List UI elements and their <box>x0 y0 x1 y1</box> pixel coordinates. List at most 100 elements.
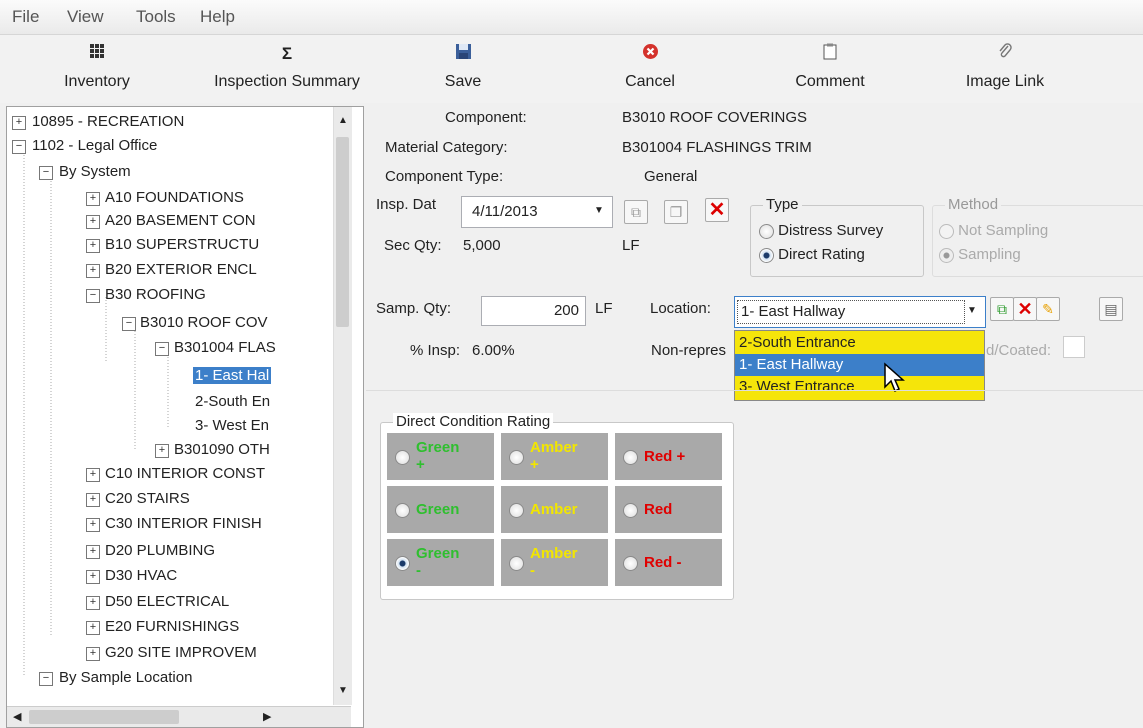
rating-green-plus[interactable]: Green + <box>386 432 495 481</box>
dropdown-arrow-icon[interactable]: ▼ <box>594 205 604 216</box>
tree-item[interactable]: 2-South En <box>195 391 270 413</box>
radio-icon[interactable] <box>509 450 524 465</box>
collapse-icon[interactable]: − <box>39 672 53 686</box>
direct-rating-option[interactable]: Direct Rating <box>759 246 865 263</box>
insp-date-picker[interactable]: 4/11/2013 ▼ <box>461 196 613 228</box>
radio-icon[interactable] <box>623 450 638 465</box>
tree-item[interactable]: − By Sample Location <box>39 667 192 689</box>
tree-item[interactable]: − By System <box>39 161 131 183</box>
scroll-left-icon[interactable]: ◀ <box>13 710 21 723</box>
delete-inspection-icon[interactable]: ✕ <box>705 198 729 222</box>
radio-icon[interactable] <box>623 556 638 571</box>
expand-icon[interactable]: + <box>86 468 100 482</box>
distress-survey-option[interactable]: Distress Survey <box>759 222 883 239</box>
tree-item[interactable]: + A10 FOUNDATIONS <box>86 187 244 209</box>
radio-icon[interactable] <box>395 503 410 518</box>
radio-icon[interactable] <box>509 556 524 571</box>
expand-icon[interactable]: + <box>86 545 100 559</box>
tree-item[interactable]: + D50 ELECTRICAL <box>86 591 229 613</box>
collapse-icon[interactable]: − <box>155 342 169 356</box>
tree-item[interactable]: + D20 PLUMBING <box>86 540 215 562</box>
expand-icon[interactable]: + <box>12 116 26 130</box>
collapse-icon[interactable]: − <box>12 140 26 154</box>
menu-tools[interactable]: Tools <box>136 7 176 27</box>
tree-item[interactable]: + B20 EXTERIOR ENCL <box>86 259 257 281</box>
radio-selected-icon[interactable] <box>395 556 410 571</box>
scroll-up-icon[interactable]: ▲ <box>338 115 348 126</box>
tree-vertical-scrollbar[interactable]: ▲ ▼ <box>333 107 352 705</box>
tree-item[interactable]: + D30 HVAC <box>86 565 177 587</box>
expand-icon[interactable]: + <box>86 518 100 532</box>
collapse-icon[interactable]: − <box>86 289 100 303</box>
expand-icon[interactable]: + <box>155 444 169 458</box>
inventory-tree[interactable]: +10895 - RECREATION −1102 - Legal Office… <box>6 106 364 728</box>
dropdown-arrow-icon[interactable]: ▼ <box>967 305 977 316</box>
tree-horizontal-scrollbar[interactable]: ◀ ▶ <box>7 706 351 727</box>
rating-red-minus[interactable]: Red - <box>614 538 723 587</box>
tree-item[interactable]: − B30 ROOFING <box>86 284 206 306</box>
tree-item[interactable]: + B10 SUPERSTRUCTU <box>86 234 259 256</box>
location-option[interactable]: 2-South Entrance <box>735 332 984 354</box>
scroll-thumb[interactable] <box>29 710 179 724</box>
inspection-summary-button[interactable]: Σ Inspection Summary <box>197 43 377 91</box>
radio-selected-icon[interactable] <box>759 247 774 263</box>
collapse-icon[interactable]: − <box>122 317 136 331</box>
location-select[interactable]: 1- East Hallway ▼ <box>734 296 986 328</box>
rating-red-plus[interactable]: Red + <box>614 432 723 481</box>
location-comment-icon[interactable]: ▤ <box>1099 297 1123 321</box>
tree-item[interactable]: + E20 FURNISHINGS <box>86 616 239 638</box>
tree-item[interactable]: + C20 STAIRS <box>86 488 190 510</box>
cancel-button[interactable]: Cancel <box>610 43 690 91</box>
expand-icon[interactable]: + <box>86 192 100 206</box>
rating-green-minus[interactable]: Green - <box>386 538 495 587</box>
save-button[interactable]: Save <box>428 43 498 91</box>
tree-item[interactable]: −1102 - Legal Office <box>12 135 157 157</box>
expand-icon[interactable]: + <box>86 239 100 253</box>
rating-amber-plus[interactable]: Amber + <box>500 432 609 481</box>
tree-item[interactable]: − B3010 ROOF COV <box>122 312 268 334</box>
tree-item[interactable]: + C10 INTERIOR CONST <box>86 463 265 485</box>
scroll-down-icon[interactable]: ▼ <box>338 685 348 696</box>
image-link-button[interactable]: Image Link <box>950 43 1060 91</box>
radio-icon[interactable] <box>395 450 410 465</box>
add-inspection-icon[interactable]: ⧉ <box>624 200 648 224</box>
rating-amber-minus[interactable]: Amber - <box>500 538 609 587</box>
scroll-right-icon[interactable]: ▶ <box>263 710 271 723</box>
tree-item[interactable]: +10895 - RECREATION <box>12 111 184 133</box>
tree-item[interactable]: + G20 SITE IMPROVEM <box>86 642 257 664</box>
location-option-highlighted[interactable]: 1- East Hallway <box>735 354 984 376</box>
tree-item-selected[interactable]: 1- East Hal <box>193 365 272 387</box>
tree-item[interactable]: + A20 BASEMENT CON <box>86 210 256 232</box>
add-location-icon[interactable]: ⧉ <box>990 297 1014 321</box>
expand-icon[interactable]: + <box>86 264 100 278</box>
expand-icon[interactable]: + <box>86 570 100 584</box>
comment-button[interactable]: Comment <box>780 43 880 91</box>
tree-item[interactable]: + C30 INTERIOR FINISH <box>86 513 262 535</box>
tree-item[interactable]: − B301004 FLAS <box>155 337 276 359</box>
edit-location-icon[interactable]: ✎ <box>1036 297 1060 321</box>
menu-view[interactable]: View <box>67 7 104 27</box>
inventory-button[interactable]: Inventory <box>52 43 142 91</box>
rating-green[interactable]: Green <box>386 485 495 534</box>
expand-icon[interactable]: + <box>86 596 100 610</box>
expand-icon[interactable]: + <box>86 493 100 507</box>
component-value: B3010 ROOF COVERINGS <box>622 109 808 126</box>
rating-red[interactable]: Red <box>614 485 723 534</box>
menu-file[interactable]: File <box>12 7 39 27</box>
expand-icon[interactable]: + <box>86 621 100 635</box>
radio-icon[interactable] <box>759 223 774 239</box>
expand-icon[interactable]: + <box>86 647 100 661</box>
rating-amber[interactable]: Amber <box>500 485 609 534</box>
menu-help[interactable]: Help <box>200 7 235 27</box>
tree-item[interactable]: 3- West En <box>195 415 269 437</box>
scroll-thumb[interactable] <box>336 137 349 327</box>
samp-qty-input[interactable]: 200 <box>481 296 586 326</box>
collapse-icon[interactable]: − <box>39 166 53 180</box>
radio-icon[interactable] <box>623 503 638 518</box>
expand-icon[interactable]: + <box>86 215 100 229</box>
copy-inspection-icon[interactable]: ❐ <box>664 200 688 224</box>
tree-item[interactable]: + B301090 OTH <box>155 439 270 461</box>
coated-checkbox[interactable] <box>1063 336 1085 358</box>
delete-location-icon[interactable]: ✕ <box>1013 297 1037 321</box>
radio-icon[interactable] <box>509 503 524 518</box>
